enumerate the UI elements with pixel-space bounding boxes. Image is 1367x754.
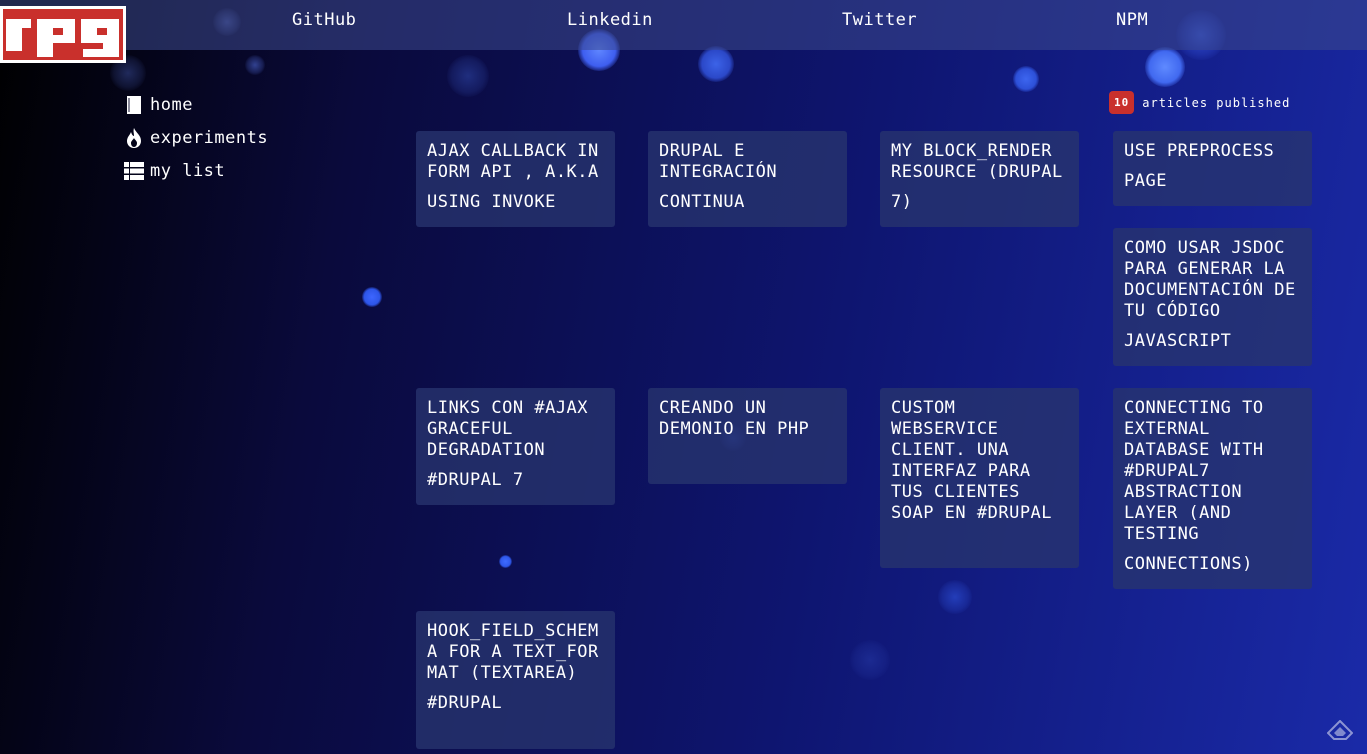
article-title-end: CONNECTIONS) [1124, 554, 1253, 574]
nav-link-twitter[interactable]: Twitter [842, 10, 917, 30]
article-card[interactable]: LINKS CON #AJAX GRACEFUL DEGRADATION #DR… [416, 388, 615, 505]
fire-icon [124, 127, 144, 148]
bokeh-light [1013, 66, 1039, 92]
nav-link-npm[interactable]: NPM [1116, 10, 1148, 30]
article-card[interactable]: COMO USAR JSDOC PARA GENERAR LA DOCUMENT… [1113, 228, 1312, 366]
sidebar-item-home[interactable]: home [124, 88, 268, 121]
article-title: DRUPAL E INTEGRACIÓN [659, 141, 778, 182]
site-logo[interactable] [0, 6, 126, 63]
article-card[interactable]: CREANDO UN DEMONIO EN PHP [648, 388, 847, 484]
sidebar-item-experiments[interactable]: experiments [124, 121, 268, 154]
article-title-end: #DRUPAL [427, 693, 503, 713]
bokeh-light [447, 55, 489, 97]
feedly-icon[interactable] [1326, 719, 1354, 748]
count-badge: 10 [1109, 91, 1135, 114]
articles-counter: 10 articles published [1109, 91, 1290, 114]
article-card[interactable]: USE PREPROCESS PAGE [1113, 131, 1312, 206]
article-title: COMO USAR JSDOC PARA GENERAR LA DOCUMENT… [1124, 238, 1296, 321]
bokeh-light [499, 555, 512, 568]
bokeh-light [1145, 47, 1185, 87]
article-card[interactable]: AJAX CALLBACK IN FORM API , A.K.A USING … [416, 131, 615, 227]
nav-link-linkedin[interactable]: Linkedin [567, 10, 653, 30]
article-title-end: PAGE [1124, 171, 1167, 191]
list-icon [124, 161, 144, 181]
article-card[interactable]: CONNECTING TO EXTERNAL DATABASE WITH #DR… [1113, 388, 1312, 589]
article-title-end: #DRUPAL 7 [427, 470, 524, 490]
counter-label: articles published [1142, 95, 1291, 110]
logo-icon [6, 19, 119, 57]
article-title: CUSTOM WEBSERVICE CLIENT. UNA INTERFAZ P… [891, 398, 1053, 523]
bokeh-light [698, 46, 734, 82]
article-title: LINKS CON #AJAX GRACEFUL DEGRADATION [427, 398, 589, 460]
article-title-end: USING INVOKE [427, 192, 556, 212]
sidebar-item-label: home [150, 94, 193, 115]
article-title: CREANDO UN DEMONIO EN PHP [659, 398, 810, 439]
article-title: CONNECTING TO EXTERNAL DATABASE WITH #DR… [1124, 398, 1264, 544]
bokeh-light [245, 55, 265, 75]
article-card[interactable]: CUSTOM WEBSERVICE CLIENT. UNA INTERFAZ P… [880, 388, 1079, 568]
article-card[interactable]: HOOK_FIELD_SCHEMA FOR A TEXT_FORMAT (TEX… [416, 611, 615, 749]
bokeh-light [362, 287, 382, 307]
article-title-end: 7) [891, 192, 913, 212]
article-card[interactable]: MY BLOCK_RENDER RESOURCE (DRUPAL 7) [880, 131, 1079, 227]
article-title: AJAX CALLBACK IN FORM API , A.K.A [427, 141, 599, 182]
sidebar-menu: home experiments my list [124, 88, 268, 187]
sidebar-item-label: experiments [150, 127, 269, 148]
top-navigation-bar: GitHub Linkedin Twitter NPM [0, 0, 1367, 50]
article-title-end: JAVASCRIPT [1124, 331, 1232, 351]
sidebar-item-label: my list [150, 160, 226, 181]
book-icon [124, 95, 144, 115]
sidebar-item-my-list[interactable]: my list [124, 154, 268, 187]
bokeh-light [938, 580, 972, 614]
article-title: MY BLOCK_RENDER RESOURCE (DRUPAL [891, 141, 1063, 182]
bokeh-light [850, 640, 890, 680]
article-card[interactable]: DRUPAL E INTEGRACIÓN CONTINUA [648, 131, 847, 227]
article-title-end: CONTINUA [659, 192, 745, 212]
article-title: USE PREPROCESS [1124, 141, 1275, 161]
nav-link-github[interactable]: GitHub [292, 10, 356, 30]
article-title: HOOK_FIELD_SCHEMA FOR A TEXT_FORMAT (TEX… [427, 621, 599, 683]
